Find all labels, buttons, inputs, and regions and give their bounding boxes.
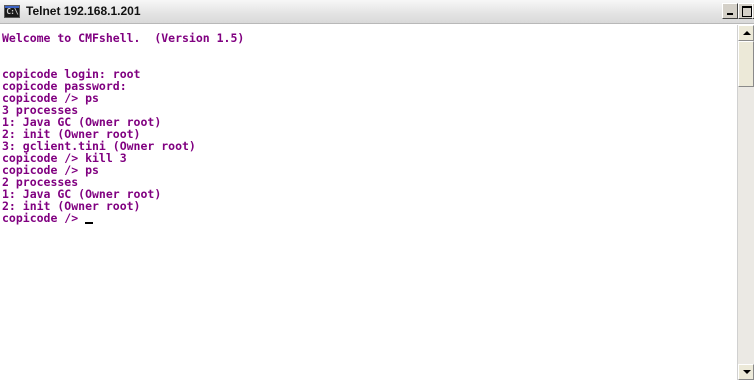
scroll-down-button[interactable] [738, 364, 754, 380]
vertical-scrollbar[interactable] [737, 25, 754, 380]
console-icon[interactable]: C:\ [4, 5, 20, 18]
console-output[interactable]: Welcome to CMFshell. (Version 1.5) copic… [0, 25, 736, 380]
console-line: Welcome to CMFshell. (Version 1.5) [2, 31, 245, 45]
scroll-down-arrow-icon [743, 370, 751, 374]
scroll-up-button[interactable] [738, 25, 754, 41]
console-prompt-line[interactable]: copicode /> [2, 211, 94, 225]
telnet-window: C:\ Telnet 192.168.1.201 × Welcome to CM… [0, 0, 754, 380]
text-cursor [85, 222, 94, 224]
scroll-up-arrow-icon [743, 31, 751, 35]
scrollbar-thumb[interactable] [738, 41, 754, 87]
title-bar[interactable]: C:\ Telnet 192.168.1.201 × [0, 0, 754, 24]
prompt-text: copicode /> [2, 211, 86, 225]
minimize-button[interactable] [722, 3, 738, 19]
window-title: Telnet 192.168.1.201 [26, 4, 141, 18]
